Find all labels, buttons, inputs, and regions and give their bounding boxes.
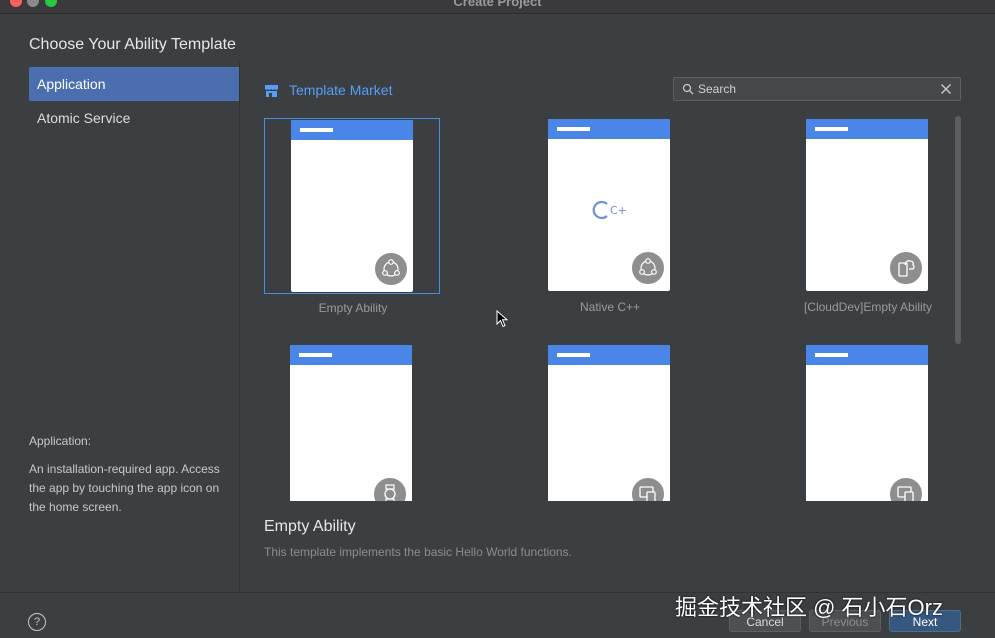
template-card-clouddev-empty-ability[interactable]: [CloudDev]Empty Ability bbox=[780, 118, 950, 314]
template-label: Native C++ bbox=[579, 300, 641, 314]
window-title: Create Project bbox=[453, 0, 542, 9]
selected-template-title: Empty Ability bbox=[264, 518, 356, 535]
template-label: Empty Ability bbox=[318, 301, 388, 315]
template-card-multi-device-2[interactable] bbox=[780, 344, 950, 501]
mouse-cursor-icon bbox=[496, 310, 508, 328]
cpp-logo-icon: C++ bbox=[592, 200, 628, 220]
template-grid-scrollbar[interactable] bbox=[955, 116, 961, 344]
sidebar-item-application[interactable]: Application bbox=[29, 67, 239, 101]
cloud-device-icon bbox=[888, 250, 924, 286]
template-market-label: Template Market bbox=[289, 82, 393, 98]
description-title: Application: bbox=[29, 434, 92, 448]
template-label: [CloudDev]Empty Ability bbox=[803, 300, 933, 314]
sidebar: Application Atomic Service Application: … bbox=[0, 62, 240, 592]
store-icon bbox=[265, 84, 278, 97]
ability-icon bbox=[630, 250, 666, 286]
sidebar-item-atomic-service[interactable]: Atomic Service bbox=[29, 101, 239, 135]
clear-search-icon[interactable] bbox=[940, 83, 952, 95]
watermark: 掘金技术社区 @ 石小石Orz bbox=[675, 595, 943, 620]
svg-text:C++: C++ bbox=[610, 204, 628, 217]
selected-template-description: This template implements the basic Hello… bbox=[264, 545, 572, 559]
template-card-empty-ability[interactable]: Empty Ability bbox=[264, 118, 440, 315]
search-icon bbox=[682, 83, 694, 95]
description-text: An installation-required app. Access the… bbox=[29, 462, 220, 514]
help-icon[interactable]: ? bbox=[28, 613, 46, 631]
template-market-link[interactable]: Template Market bbox=[264, 80, 392, 100]
search-input[interactable] bbox=[698, 80, 933, 98]
template-card-multi-device[interactable] bbox=[522, 344, 698, 501]
ability-icon bbox=[373, 251, 409, 287]
page-title: Choose Your Ability Template bbox=[29, 36, 236, 53]
template-grid: Empty Ability C++ Native C++ bbox=[250, 112, 950, 501]
template-card-wearable[interactable] bbox=[264, 344, 440, 501]
search-box[interactable] bbox=[673, 77, 961, 101]
window-titlebar: Create Project bbox=[0, 0, 995, 14]
template-card-native-cpp[interactable]: C++ Native C++ bbox=[522, 118, 698, 314]
